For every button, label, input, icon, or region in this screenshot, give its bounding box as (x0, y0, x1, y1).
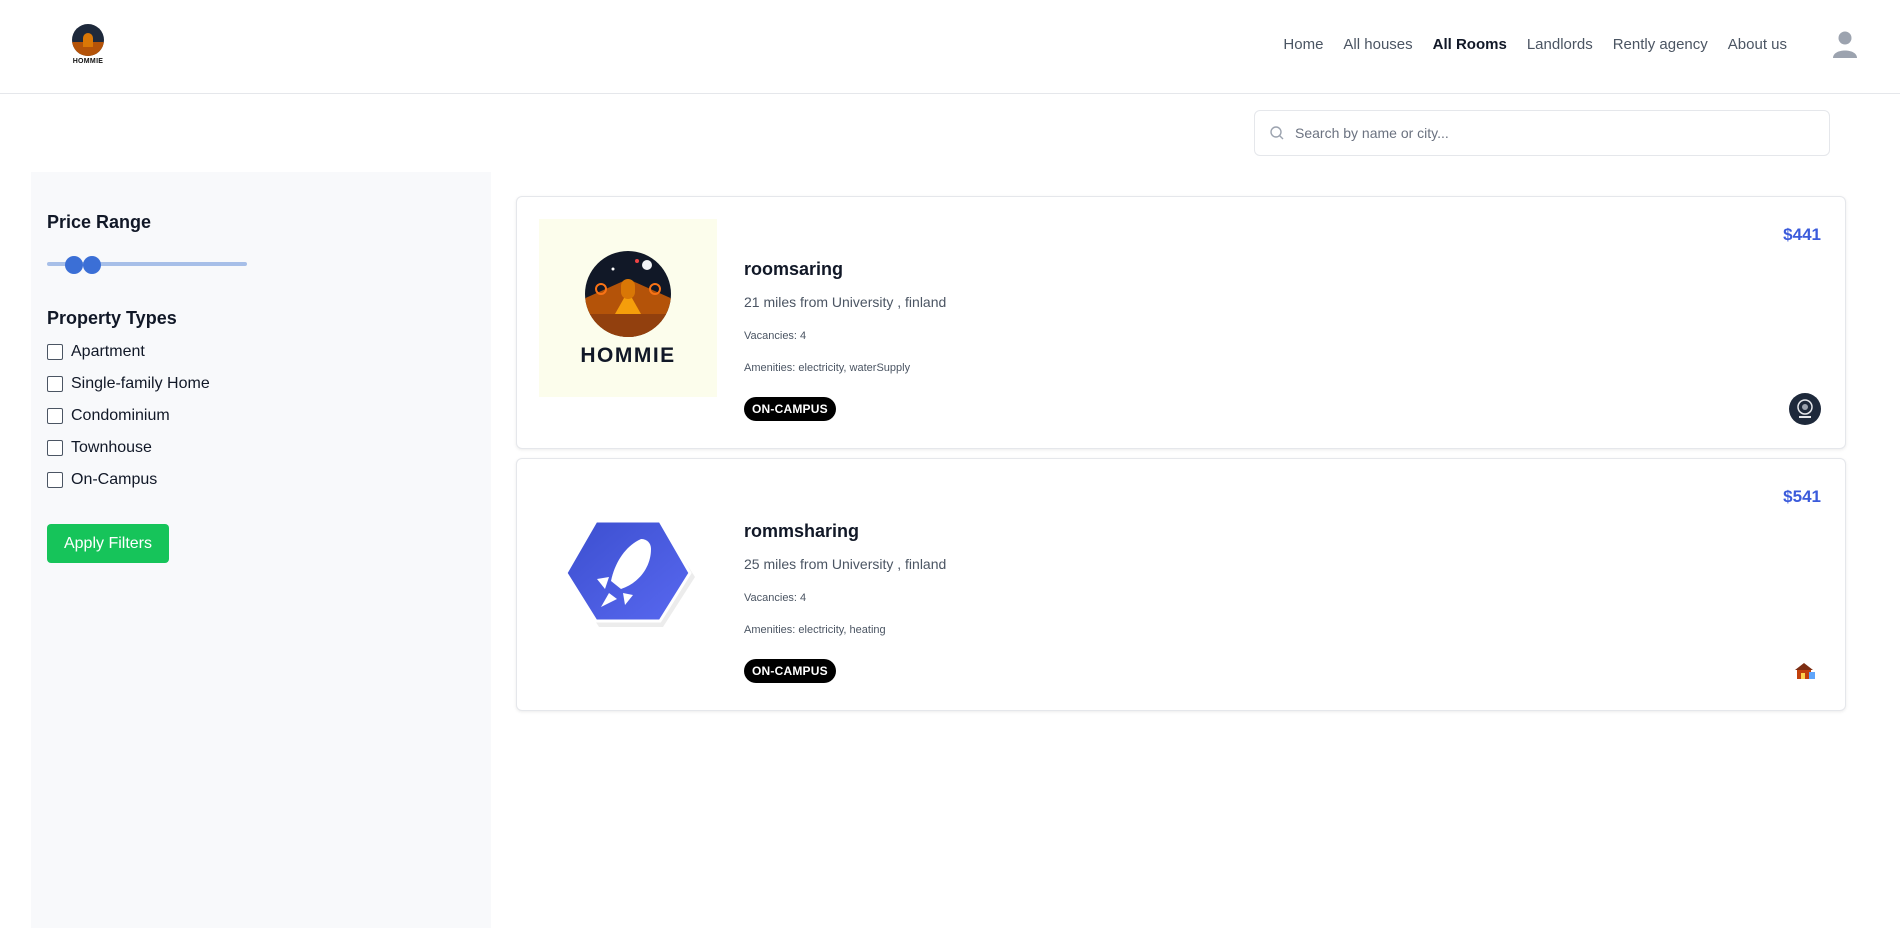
room-card[interactable]: rommsharing 25 miles from University , f… (516, 458, 1846, 711)
checkbox[interactable] (47, 440, 63, 456)
checkbox-label: Townhouse (71, 439, 152, 456)
search-icon (1270, 126, 1284, 140)
type-single-family-home[interactable]: Single-family Home (47, 375, 210, 393)
search-input[interactable] (1295, 111, 1815, 155)
type-apartment[interactable]: Apartment (47, 343, 145, 361)
slider-thumb-min[interactable] (65, 256, 84, 274)
checkbox-label: Apartment (71, 343, 145, 360)
filters-sidebar: Price Range Property Types Apartment Sin… (31, 172, 491, 928)
nav-about-us[interactable]: About us (1728, 36, 1787, 53)
room-thumbnail[interactable] (539, 481, 717, 659)
room-vacancies: Vacancies: 4 (744, 330, 807, 342)
on-campus-badge: ON-CAMPUS (744, 659, 836, 683)
user-avatar-icon[interactable] (1832, 30, 1858, 58)
checkbox-label: Condominium (71, 407, 170, 424)
nav-all-houses[interactable]: All houses (1343, 36, 1412, 53)
nav-all-rooms[interactable]: All Rooms (1433, 36, 1507, 53)
checkbox[interactable] (47, 344, 63, 360)
logo-text: HOMMIE (72, 58, 104, 65)
checkbox-label: On-Campus (71, 471, 158, 488)
checkbox[interactable] (47, 472, 63, 488)
room-card[interactable]: HOMMIE roomsaring 21 miles from Universi… (516, 196, 1846, 449)
slider-thumb-max[interactable] (83, 256, 102, 274)
nav-home[interactable]: Home (1283, 36, 1323, 53)
hommie-logo-icon (72, 24, 104, 56)
price-range-slider[interactable] (47, 256, 247, 274)
header: HOMMIE Home All houses All Rooms Landlor… (0, 0, 1900, 94)
room-amenities: Amenities: electricity, heating (744, 624, 886, 636)
room-price: $541 (1783, 487, 1821, 506)
house-avatar-icon (1795, 663, 1815, 679)
nav-landlords[interactable]: Landlords (1527, 36, 1593, 53)
room-title[interactable]: rommsharing (744, 521, 859, 542)
owner-avatar[interactable] (1789, 393, 1821, 425)
room-vacancies: Vacancies: 4 (744, 592, 807, 604)
room-price: $441 (1783, 225, 1821, 244)
search-bar (1254, 110, 1830, 156)
hommie-avatar-icon (1797, 399, 1813, 418)
rocket-hexagon-icon (564, 519, 695, 627)
property-types-heading: Property Types (47, 308, 177, 328)
room-thumbnail[interactable]: HOMMIE (539, 219, 717, 397)
room-distance: 25 miles from University , finland (744, 556, 947, 572)
price-range-heading: Price Range (47, 212, 152, 232)
apply-filters-button[interactable]: Apply Filters (47, 524, 169, 563)
room-title[interactable]: roomsaring (744, 259, 843, 280)
on-campus-badge: ON-CAMPUS (744, 397, 836, 421)
hommie-logo-icon: HOMMIE (580, 251, 675, 367)
svg-text:HOMMIE: HOMMIE (580, 344, 675, 367)
owner-avatar[interactable] (1789, 655, 1821, 687)
nav-rently-agency[interactable]: Rently agency (1613, 36, 1708, 53)
type-condominium[interactable]: Condominium (47, 407, 170, 425)
checkbox[interactable] (47, 408, 63, 424)
room-distance: 21 miles from University , finland (744, 294, 947, 310)
site-logo[interactable]: HOMMIE (70, 24, 106, 66)
main-nav: Home All houses All Rooms Landlords Rent… (1263, 36, 1787, 53)
checkbox-label: Single-family Home (71, 375, 210, 392)
type-on-campus[interactable]: On-Campus (47, 471, 157, 489)
room-amenities: Amenities: electricity, waterSupply (744, 362, 911, 374)
type-townhouse[interactable]: Townhouse (47, 439, 152, 457)
checkbox[interactable] (47, 376, 63, 392)
